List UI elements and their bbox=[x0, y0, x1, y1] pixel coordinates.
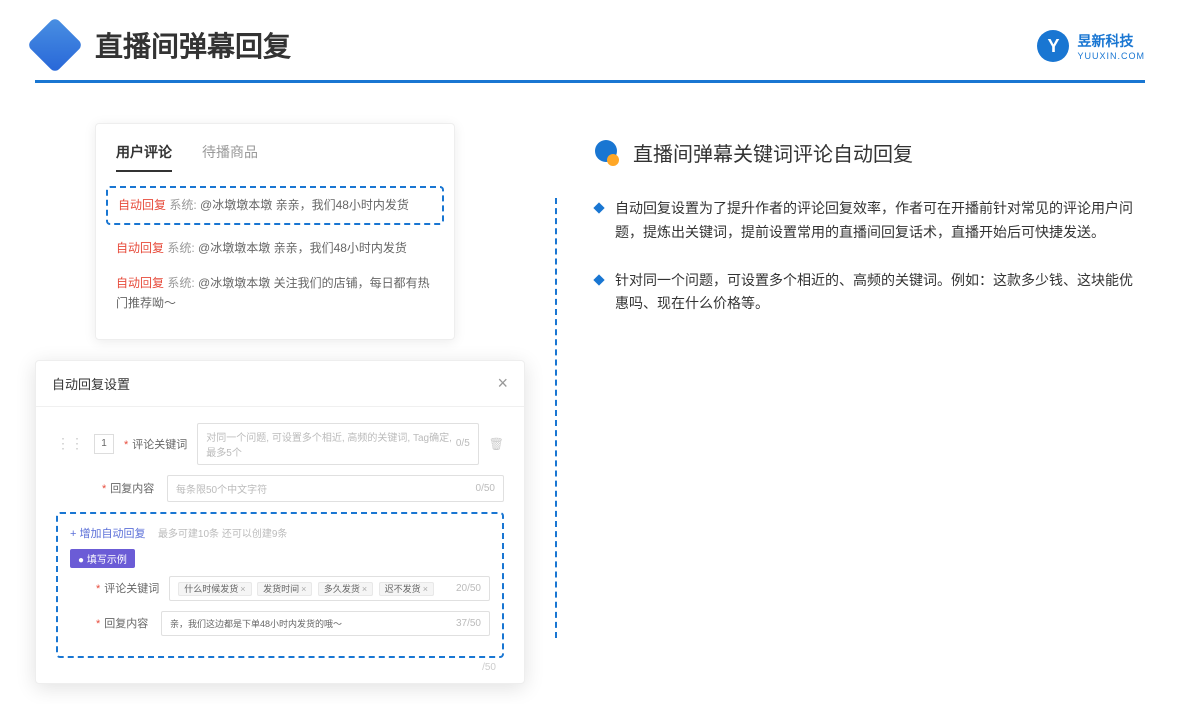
example-reply-input[interactable]: 亲，我们这边都是下单48小时内发货的哦～ 37/50 bbox=[161, 611, 490, 636]
bottom-counter: /50 bbox=[56, 658, 504, 673]
auto-reply-tag: 自动回复 bbox=[118, 198, 166, 212]
keyword-label: *评论关键词 bbox=[124, 436, 187, 452]
delete-icon[interactable]: 🗑 bbox=[489, 437, 504, 451]
diamond-icon bbox=[593, 274, 604, 285]
comment-text: @冰墩墩本墩 关注我们的店铺，每日都有热门推荐呦～ bbox=[116, 276, 430, 309]
tab-user-comments[interactable]: 用户评论 bbox=[116, 142, 172, 172]
reply-input[interactable]: 每条限50个中文字符 0/50 bbox=[167, 475, 504, 502]
keyword-chip: 发货时间× bbox=[257, 582, 312, 596]
example-badge: ● 填写示例 bbox=[70, 549, 135, 568]
comment-item-highlighted: 自动回复 系统: @冰墩墩本墩 亲亲，我们48小时内发货 bbox=[106, 186, 444, 225]
section-icon bbox=[595, 140, 621, 166]
auto-reply-tag: 自动回复 bbox=[116, 241, 164, 255]
system-label: 系统: bbox=[167, 241, 194, 255]
section-title: 直播间弹幕关键词评论自动回复 bbox=[633, 138, 913, 167]
page-title: 直播间弹幕回复 bbox=[95, 25, 291, 65]
example-section: + 增加自动回复 最多可建10条 还可以创建9条 ● 填写示例 *评论关键词 什… bbox=[56, 512, 504, 658]
example-keyword-label: *评论关键词 bbox=[96, 580, 159, 596]
modal-title: 自动回复设置 bbox=[52, 374, 130, 393]
auto-reply-settings-modal: 自动回复设置 × ⋮⋮ 1 *评论关键词 对同一个问题, 可设置多个相近, 高频… bbox=[35, 360, 525, 684]
system-label: 系统: bbox=[167, 276, 194, 290]
brand-en: YUUXIN.COM bbox=[1077, 51, 1145, 61]
diamond-icon bbox=[593, 202, 604, 213]
brand-cn: 昱新科技 bbox=[1077, 31, 1145, 51]
brand-logo: Y 昱新科技 YUUXIN.COM bbox=[1037, 30, 1145, 62]
tab-pending-products[interactable]: 待播商品 bbox=[202, 142, 258, 172]
comment-item: 自动回复 系统: @冰墩墩本墩 亲亲，我们48小时内发货 bbox=[116, 231, 434, 266]
brand-icon: Y bbox=[1037, 30, 1069, 62]
cube-icon bbox=[27, 17, 84, 74]
bullet-item: 自动回复设置为了提升作者的评论回复效率，作者可在开播前针对常见的评论用户问题，提… bbox=[595, 197, 1145, 245]
keyword-chip: 多久发货× bbox=[318, 582, 373, 596]
close-icon[interactable]: × bbox=[497, 373, 508, 394]
comment-item: 自动回复 系统: @冰墩墩本墩 关注我们的店铺，每日都有热门推荐呦～ bbox=[116, 266, 434, 320]
bullet-item: 针对同一个问题，可设置多个相近的、高频的关键词。例如：这款多少钱、这块能优惠吗、… bbox=[595, 269, 1145, 317]
reply-label: *回复内容 bbox=[102, 480, 157, 496]
add-auto-reply-link[interactable]: + 增加自动回复 bbox=[70, 525, 145, 541]
keyword-input[interactable]: 对同一个问题, 可设置多个相近, 高频的关键词, Tag确定, 最多5个 0/5 bbox=[197, 423, 478, 465]
example-reply-label: *回复内容 bbox=[96, 615, 151, 631]
system-label: 系统: bbox=[169, 198, 196, 212]
connector-line bbox=[555, 198, 557, 638]
keyword-chip: 迟不发货× bbox=[379, 582, 434, 596]
row-number: 1 bbox=[94, 434, 114, 454]
example-keyword-input[interactable]: 什么时候发货× 发货时间× 多久发货× 迟不发货× 20/50 bbox=[169, 576, 490, 601]
bullet-text: 自动回复设置为了提升作者的评论回复效率，作者可在开播前针对常见的评论用户问题，提… bbox=[615, 197, 1145, 245]
comment-text: @冰墩墩本墩 亲亲，我们48小时内发货 bbox=[198, 241, 407, 255]
bullet-text: 针对同一个问题，可设置多个相近的、高频的关键词。例如：这款多少钱、这块能优惠吗、… bbox=[615, 269, 1145, 317]
keyword-chip: 什么时候发货× bbox=[178, 582, 251, 596]
add-hint: 最多可建10条 还可以创建9条 bbox=[158, 529, 287, 540]
drag-handle-icon[interactable]: ⋮⋮ bbox=[56, 435, 84, 452]
comment-text: @冰墩墩本墩 亲亲，我们48小时内发货 bbox=[200, 198, 409, 212]
comment-card: 用户评论 待播商品 自动回复 系统: @冰墩墩本墩 亲亲，我们48小时内发货 自… bbox=[95, 123, 455, 340]
auto-reply-tag: 自动回复 bbox=[116, 276, 164, 290]
